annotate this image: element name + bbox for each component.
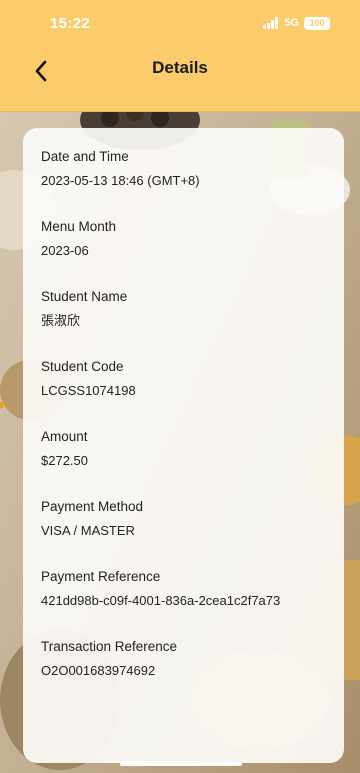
- field-amount: Amount $272.50: [41, 428, 326, 496]
- field-label: Transaction Reference: [41, 639, 178, 654]
- field-value: 張淑欣: [41, 313, 81, 328]
- details-card: Date and Time 2023-05-13 18:46 (GMT+8) M…: [23, 128, 344, 763]
- field-menu-month: Menu Month 2023-06: [41, 218, 326, 286]
- field-label: Amount: [41, 429, 88, 444]
- field-label: Menu Month: [41, 219, 117, 234]
- chevron-left-icon: [35, 60, 47, 82]
- field-value: $272.50: [41, 453, 88, 468]
- status-bar: 15:22 5G 100: [0, 0, 360, 44]
- top-app-bar: 15:22 5G 100 Details: [0, 0, 360, 112]
- field-value: VISA / MASTER: [41, 523, 135, 538]
- field-payment-method: Payment Method VISA / MASTER: [41, 498, 326, 566]
- field-label: Date and Time: [41, 149, 129, 164]
- field-label: Student Name: [41, 289, 128, 304]
- app-screen: 15:22 5G 100 Details Date and Time 2023-…: [0, 0, 360, 773]
- field-value: 421dd98b-c09f-4001-836a-2cea1c2f7a73: [41, 593, 281, 608]
- status-time: 15:22: [50, 15, 90, 32]
- signal-icon: [263, 17, 279, 29]
- field-value: O2O001683974692: [41, 663, 156, 678]
- battery-icon: 100: [304, 16, 330, 30]
- back-button[interactable]: [26, 56, 56, 86]
- network-type: 5G: [284, 17, 299, 29]
- field-value: 2023-05-13 18:46 (GMT+8): [41, 173, 200, 188]
- field-student-code: Student Code LCGSS1074198: [41, 358, 326, 426]
- field-label: Payment Reference: [41, 569, 161, 584]
- field-label: Student Code: [41, 359, 124, 374]
- field-payment-reference: Payment Reference 421dd98b-c09f-4001-836…: [41, 568, 326, 636]
- field-value: 2023-06: [41, 243, 89, 258]
- field-date-time: Date and Time 2023-05-13 18:46 (GMT+8): [41, 148, 326, 216]
- field-transaction-reference: Transaction Reference O2O001683974692: [41, 638, 326, 706]
- field-student-name: Student Name 張淑欣: [41, 288, 326, 356]
- edge-marker: [0, 402, 3, 408]
- field-label: Payment Method: [41, 499, 144, 514]
- field-value: LCGSS1074198: [41, 383, 136, 398]
- status-indicators: 5G 100: [263, 15, 330, 31]
- home-indicator[interactable]: [120, 762, 242, 766]
